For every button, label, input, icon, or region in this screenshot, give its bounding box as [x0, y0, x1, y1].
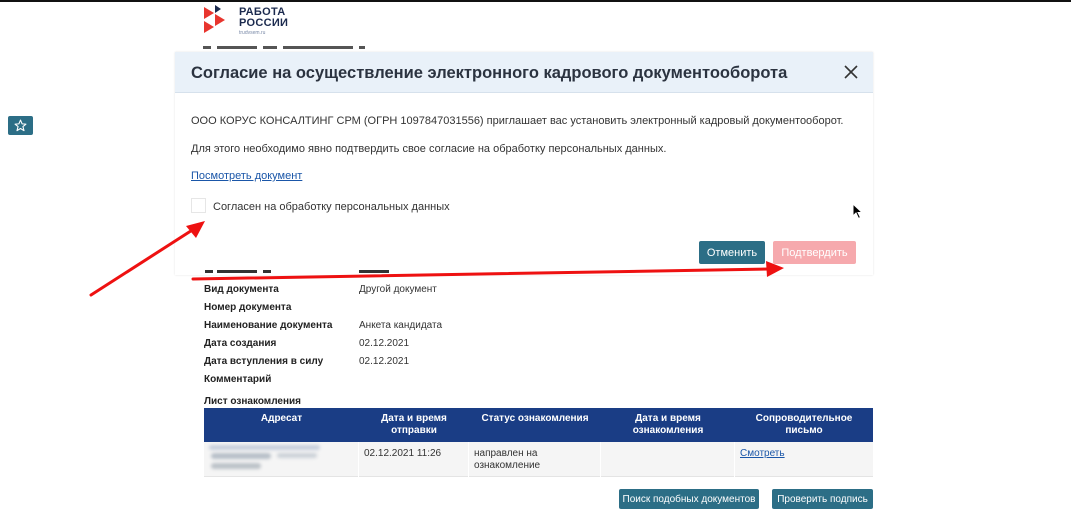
close-icon	[844, 65, 858, 79]
consent-dialog: Согласие на осуществление электронного к…	[175, 52, 873, 275]
logo-title: РАБОТА РОССИИ	[239, 6, 289, 29]
cell-letter: Смотреть	[735, 442, 873, 477]
cancel-button[interactable]: Отменить	[699, 241, 765, 264]
favorite-button[interactable]	[8, 116, 33, 135]
logo-arrows-icon	[204, 5, 225, 33]
field-label-doc-number: Номер документа	[204, 302, 292, 313]
column-header-sent: Дата и время отправки	[381, 413, 447, 436]
table-header: Адресат Дата и время отправки Статус озн…	[204, 408, 873, 442]
cell-sent: 02.12.2021 11:26	[359, 442, 469, 477]
table-row: 02.12.2021 11:26 направлен на ознакомлен…	[204, 442, 873, 477]
top-border	[0, 0, 1071, 2]
cell-addressee	[204, 442, 359, 477]
star-icon	[14, 119, 27, 132]
field-label-doc-type: Вид документа	[204, 284, 279, 295]
dialog-title: Согласие на осуществление электронного к…	[191, 64, 788, 82]
close-button[interactable]	[843, 64, 859, 80]
invitation-text: ООО КОРУС КОНСАЛТИНГ СРМ (ОГРН 109784703…	[191, 115, 844, 127]
field-label-doc-name: Наименование документа	[204, 320, 333, 331]
column-header-addressee: Адресат	[260, 413, 303, 424]
acquaintance-section-title: Лист ознакомления	[204, 396, 302, 407]
field-label-comment: Комментарий	[204, 374, 272, 385]
column-header-status: Статус ознакомления	[481, 413, 589, 424]
confirm-button[interactable]: Подтвердить	[773, 241, 856, 264]
obscured-field-row	[203, 270, 403, 276]
field-label-effective: Дата вступления в силу	[204, 356, 324, 367]
field-value-effective: 02.12.2021	[359, 356, 410, 367]
column-header-letter: Сопроводительное письмо	[755, 413, 853, 436]
acquaintance-table: Адресат Дата и время отправки Статус озн…	[204, 408, 873, 478]
instruction-text: Для этого необходимо явно подтвердить св…	[191, 143, 667, 155]
field-label-created: Дата создания	[204, 338, 277, 349]
consent-checkbox[interactable]	[191, 198, 206, 213]
field-value-created: 02.12.2021	[359, 338, 410, 349]
view-letter-link[interactable]: Смотреть	[740, 448, 785, 459]
field-value-doc-type: Другой документ	[359, 284, 437, 295]
field-value-doc-name: Анкета кандидата	[359, 320, 443, 331]
search-similar-button[interactable]: Поиск подобных документов	[619, 489, 759, 509]
column-header-read: Дата и время ознакомления	[632, 413, 704, 436]
mouse-cursor-icon	[852, 203, 864, 220]
site-logo[interactable]: РАБОТА РОССИИ trudvsem.ru	[203, 4, 323, 38]
cell-read	[601, 442, 735, 477]
view-document-link[interactable]: Посмотреть документ	[191, 170, 302, 182]
redacted-name	[209, 445, 320, 473]
logo-subtitle: trudvsem.ru	[239, 30, 266, 36]
consent-checkbox-label[interactable]: Согласен на обработку персональных данны…	[213, 201, 450, 213]
verify-signature-button[interactable]: Проверить подпись	[772, 489, 873, 509]
cell-status: направлен на ознакомление	[469, 442, 601, 477]
dialog-header: Согласие на осуществление электронного к…	[175, 52, 873, 93]
